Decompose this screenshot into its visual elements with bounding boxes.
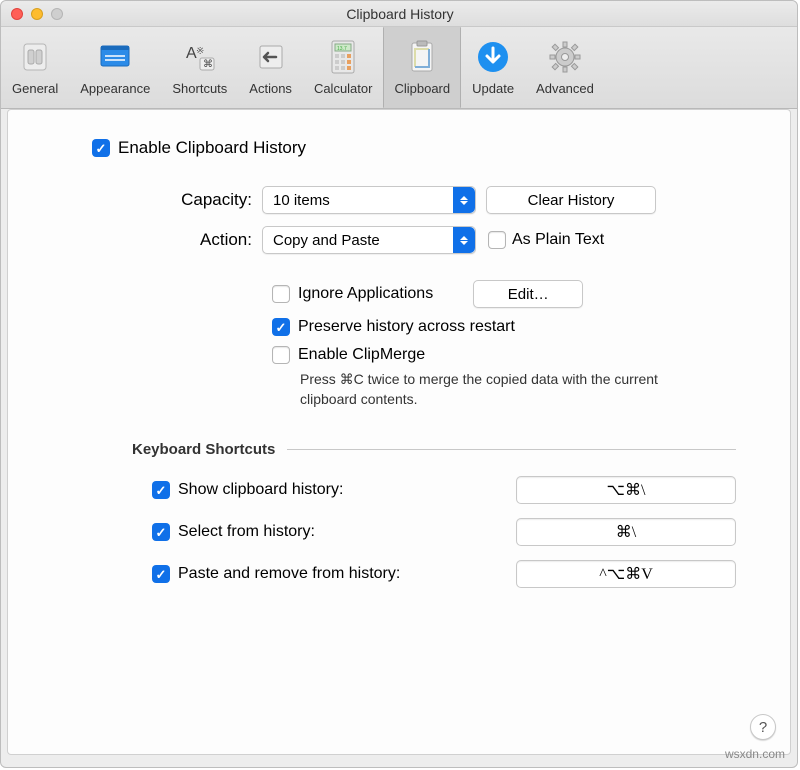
paste-remove-history-checkbox[interactable]: ✓ — [152, 565, 170, 583]
tab-shortcuts[interactable]: A※⌘ Shortcuts — [161, 27, 238, 108]
zoom-window-button[interactable] — [51, 8, 63, 20]
enable-clipmerge-checkbox[interactable] — [272, 346, 290, 364]
show-clipboard-history-checkbox[interactable]: ✓ — [152, 481, 170, 499]
clear-history-button[interactable]: Clear History — [486, 186, 656, 214]
tab-appearance[interactable]: Appearance — [69, 27, 161, 108]
tab-calculator[interactable]: 13.7 Calculator — [303, 27, 384, 108]
preferences-window: Clipboard History General Appearance A※⌘… — [0, 0, 798, 768]
checkmark-icon: ✓ — [96, 142, 107, 155]
divider — [287, 449, 736, 450]
checkmark-icon: ✓ — [276, 321, 287, 334]
appearance-icon — [95, 37, 135, 77]
ignore-applications-label: Ignore Applications — [298, 285, 433, 303]
tab-label: Clipboard — [394, 81, 450, 96]
tab-label: Appearance — [80, 81, 150, 96]
svg-text:※: ※ — [196, 46, 204, 57]
select-from-history-checkbox[interactable]: ✓ — [152, 523, 170, 541]
tab-label: Actions — [249, 81, 292, 96]
tab-clipboard[interactable]: Clipboard — [383, 27, 461, 108]
checkmark-icon: ✓ — [156, 568, 167, 581]
clipmerge-hint: Press ⌘C twice to merge the copied data … — [300, 370, 680, 409]
preserve-history-label: Preserve history across restart — [298, 318, 515, 336]
enable-clipboard-history-checkbox[interactable]: ✓ — [92, 139, 110, 157]
tab-label: Advanced — [536, 81, 594, 96]
general-icon — [15, 37, 55, 77]
svg-text:13.7: 13.7 — [337, 46, 347, 52]
tab-label: Shortcuts — [172, 81, 227, 96]
keyboard-shortcuts-header: Keyboard Shortcuts — [132, 441, 736, 458]
tab-advanced[interactable]: Advanced — [525, 27, 605, 108]
update-icon — [473, 37, 513, 77]
paste-remove-history-shortcut[interactable]: ^⌥⌘V — [516, 560, 736, 588]
preserve-history-checkbox[interactable]: ✓ — [272, 318, 290, 336]
calculator-icon: 13.7 — [323, 37, 363, 77]
content-pane: ✓ Enable Clipboard History Capacity: 10 … — [7, 109, 791, 755]
help-button[interactable]: ? — [750, 714, 776, 740]
tab-label: Calculator — [314, 81, 373, 96]
watermark: wsxdn.com — [725, 747, 785, 761]
gear-icon — [545, 37, 585, 77]
paste-remove-history-label: Paste and remove from history: — [178, 565, 400, 583]
edit-ignore-button[interactable]: Edit… — [473, 280, 583, 308]
as-plain-text-label: As Plain Text — [512, 231, 604, 249]
minimize-window-button[interactable] — [31, 8, 43, 20]
toolbar: General Appearance A※⌘ Shortcuts Actions… — [1, 27, 797, 109]
titlebar: Clipboard History — [1, 1, 797, 27]
enable-clipmerge-label: Enable ClipMerge — [298, 346, 425, 364]
as-plain-text-checkbox[interactable] — [488, 231, 506, 249]
checkmark-icon: ✓ — [156, 526, 167, 539]
select-from-history-shortcut[interactable]: ⌘\ — [516, 518, 736, 546]
show-clipboard-history-label: Show clipboard history: — [178, 481, 343, 499]
action-label: Action: — [62, 230, 262, 250]
action-value: Copy and Paste — [273, 232, 380, 249]
tab-update[interactable]: Update — [461, 27, 525, 108]
clipboard-icon — [402, 37, 442, 77]
select-stepper-icon — [453, 227, 475, 253]
svg-text:⌘: ⌘ — [203, 59, 213, 70]
capacity-select[interactable]: 10 items — [262, 186, 476, 214]
tab-label: Update — [472, 81, 514, 96]
action-select[interactable]: Copy and Paste — [262, 226, 476, 254]
actions-icon — [251, 37, 291, 77]
select-from-history-label: Select from history: — [178, 523, 315, 541]
enable-clipboard-history-label: Enable Clipboard History — [118, 138, 306, 158]
show-clipboard-history-shortcut[interactable]: ⌥⌘\ — [516, 476, 736, 504]
window-controls — [11, 8, 63, 20]
ignore-applications-checkbox[interactable] — [272, 285, 290, 303]
capacity-value: 10 items — [273, 192, 330, 209]
tab-actions[interactable]: Actions — [238, 27, 303, 108]
tab-label: General — [12, 81, 58, 96]
shortcuts-icon: A※⌘ — [180, 37, 220, 77]
capacity-label: Capacity: — [62, 190, 262, 210]
checkmark-icon: ✓ — [156, 484, 167, 497]
window-title: Clipboard History — [63, 6, 737, 22]
close-window-button[interactable] — [11, 8, 23, 20]
select-stepper-icon — [453, 187, 475, 213]
tab-general[interactable]: General — [1, 27, 69, 108]
